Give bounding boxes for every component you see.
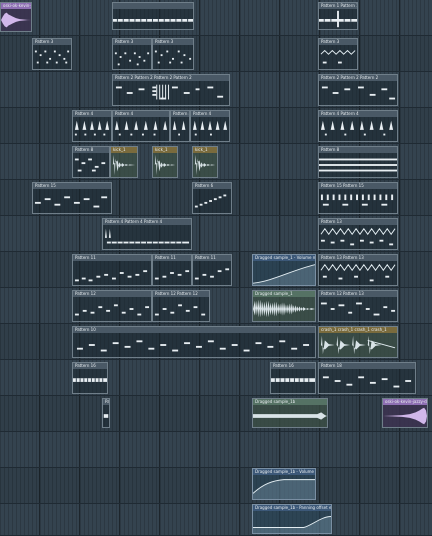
pattern-notes [74, 158, 106, 172]
track-row [0, 468, 432, 504]
pattern-clip[interactable]: Pattern 4 [190, 110, 230, 142]
pattern-clip[interactable]: Pattern 3 [112, 38, 152, 70]
pattern-notes [320, 120, 394, 136]
pattern-notes [74, 120, 110, 136]
pattern-notes [34, 50, 70, 64]
waveform [383, 407, 427, 425]
waveform [154, 154, 176, 176]
track-row [0, 504, 432, 536]
audio-clip-crash[interactable]: crash_1 crash_1 crash_1 crash_1 [318, 326, 398, 358]
automation-clip-volume[interactable]: Dragged sample_1b - Volume multiplier en… [252, 468, 316, 500]
pattern-notes [103, 414, 109, 418]
pattern-notes [320, 263, 396, 282]
pattern-clip[interactable]: Pattern 12 [72, 290, 152, 322]
pattern-clip[interactable]: Pattern 16 [72, 362, 108, 394]
pattern-clip[interactable]: Pattern 15 Pattern 15 [318, 182, 398, 214]
track-row [0, 0, 432, 36]
pattern-notes [271, 378, 315, 382]
pattern-notes [320, 227, 396, 246]
track-row [0, 396, 432, 432]
pattern-clip[interactable]: Pattern 2 Pattern 2 Pattern 2 Pattern 2 [112, 74, 230, 106]
waveform [253, 299, 315, 318]
pattern-clip[interactable]: Pattern 10 [72, 326, 316, 358]
pattern-clip[interactable]: Pattern 12 Pattern 12 [152, 290, 210, 322]
pattern-notes [113, 19, 193, 22]
pattern-notes [76, 340, 310, 352]
pattern-notes [115, 84, 224, 100]
automation-curve [253, 516, 331, 533]
playlist-grid[interactable]: oski-ok-kevin-jazzy-drums_1 Pattern 1 Pa… [0, 0, 432, 536]
pattern-notes [34, 196, 108, 208]
pattern-notes [320, 194, 394, 206]
pattern-notes [194, 268, 230, 280]
audio-clip-kick[interactable]: kick_1 [152, 146, 178, 178]
pattern-notes [154, 270, 190, 280]
pattern-notes [74, 270, 148, 282]
waveform [112, 154, 136, 176]
pattern-notes [154, 304, 206, 316]
waveform [1, 12, 31, 28]
pattern-clip[interactable]: Pattern 8 [72, 146, 110, 178]
automation-curve [253, 264, 315, 285]
pattern-clip[interactable]: Pattern 3 [318, 38, 358, 70]
pattern-clip[interactable]: Pattern 2 Pattern 2 Pattern 2 [318, 74, 398, 106]
pattern-clip[interactable]: Pattern 1 Pattern 1 [318, 2, 358, 30]
track-row [0, 432, 432, 468]
pattern-clip[interactable]: Pattern 6 [192, 182, 232, 214]
pattern-notes [320, 302, 396, 316]
pattern-notes [172, 120, 186, 136]
pattern-notes [319, 158, 397, 172]
pattern-notes [194, 194, 227, 208]
pattern-clip[interactable]: Pattern 11 [192, 254, 232, 286]
pattern-notes [114, 52, 150, 66]
pattern-notes [192, 120, 228, 136]
pattern-clip[interactable]: Pattern 11 [152, 254, 192, 286]
pattern-clip[interactable]: Pattern 13 [318, 218, 398, 250]
pattern-notes [73, 378, 107, 382]
pattern-clip[interactable]: Pattern 4 [170, 110, 190, 142]
pattern-clip[interactable]: Pattern 11 [72, 254, 152, 286]
pattern-clip[interactable]: Pattern 13 Pattern 13 [318, 254, 398, 286]
pattern-clip[interactable]: Pattern 4 Pattern 4 Pattern 4 [102, 218, 192, 250]
pattern-clip[interactable]: Pattern 12 Pattern 13 [318, 290, 398, 322]
pattern-notes [319, 10, 357, 28]
pattern-clip[interactable]: Pattern 18 [318, 362, 416, 394]
audio-clip-sample[interactable]: Dragged sample_1 [252, 290, 316, 322]
pattern-notes [104, 228, 190, 244]
pattern-clip[interactable]: Pattern 4 [72, 110, 112, 142]
pattern-clip[interactable] [112, 2, 194, 30]
pattern-clip[interactable]: Pattern 4 [112, 110, 170, 142]
pattern-clip[interactable]: Pattern 3 [152, 38, 194, 70]
waveform [320, 335, 396, 355]
audio-clip-sample[interactable]: Dragged sample_1b [252, 398, 328, 428]
waveform [194, 154, 216, 176]
vocal-audio-clip[interactable]: oski-ok-kevin-jazzy-drums_2 [382, 398, 428, 428]
pattern-notes [320, 49, 356, 64]
pattern-notes [321, 86, 396, 100]
pattern-clip[interactable]: Pattern 16 [102, 398, 110, 428]
pattern-clip[interactable]: Pattern 8 [318, 146, 398, 178]
pattern-notes [154, 50, 192, 64]
automation-curve [253, 479, 315, 499]
pattern-clip[interactable]: Pattern 16 [270, 362, 316, 394]
automation-clip-volume[interactable]: Dragged sample_1 - Volume multiplier env… [252, 254, 316, 286]
pattern-notes [74, 304, 150, 316]
audio-clip-kick[interactable]: kick_1 [192, 146, 218, 178]
pattern-notes [322, 376, 412, 388]
audio-clip-kick[interactable]: kick_1 [110, 146, 138, 178]
pattern-clip[interactable]: Pattern 3 [32, 38, 72, 70]
pattern-clip[interactable]: Pattern 15 [32, 182, 112, 214]
pattern-notes [114, 120, 168, 136]
automation-clip-panning[interactable]: Dragged sample_1b - Panning offset envel… [252, 504, 332, 534]
waveform [253, 412, 327, 420]
pattern-clip[interactable]: Pattern 4 Pattern 4 [318, 110, 398, 142]
vocal-audio-clip[interactable]: oski-ok-kevin-jazzy-drums_1 [0, 2, 32, 32]
